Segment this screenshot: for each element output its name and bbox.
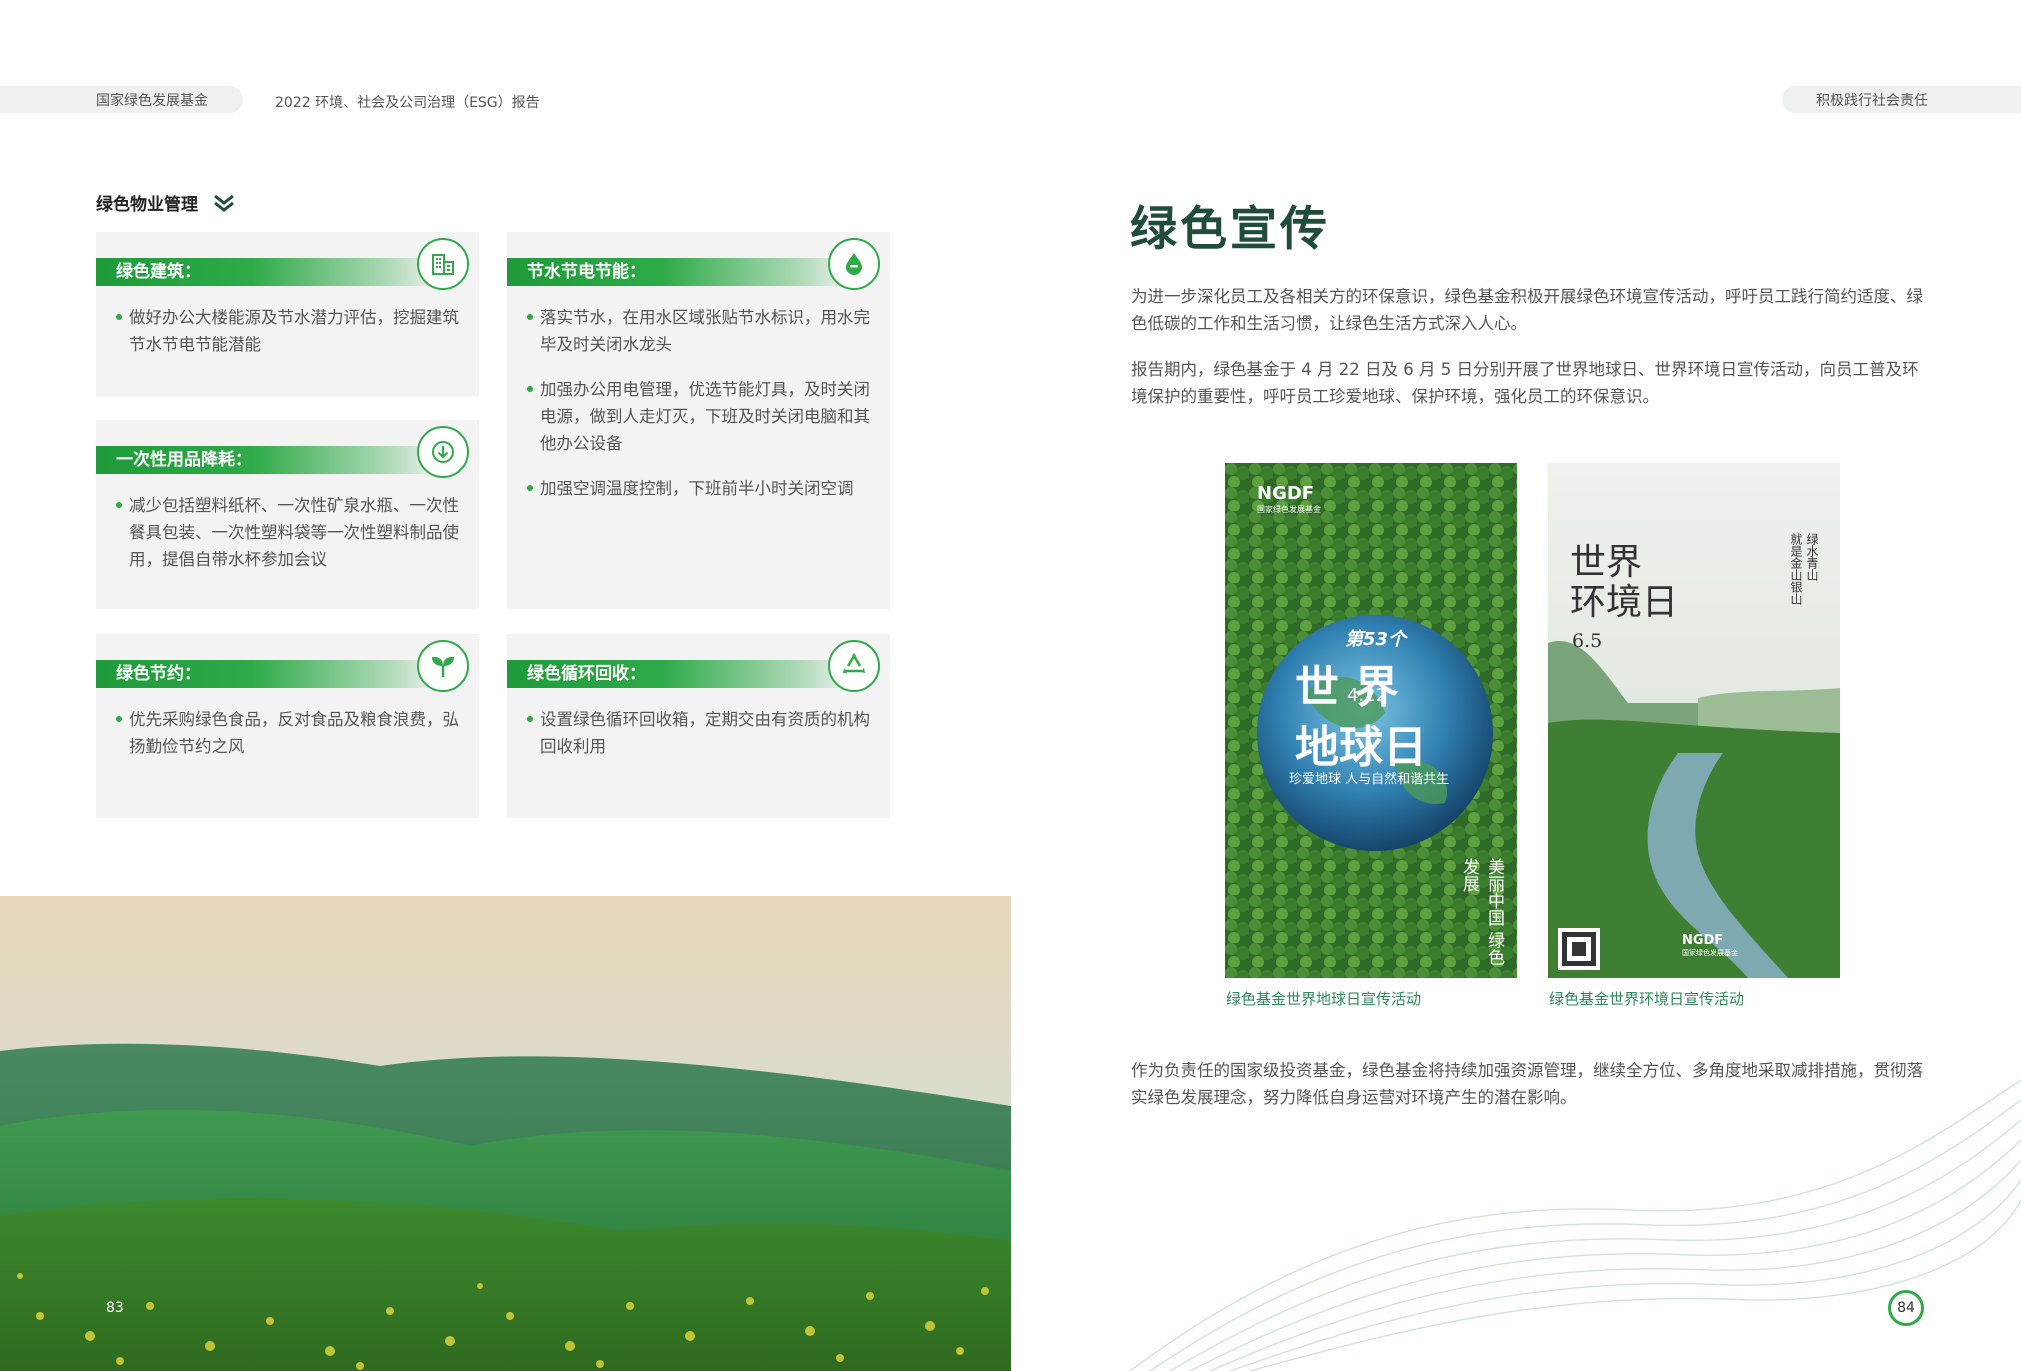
list-item: 设置绿色循环回收箱，定期交由有资质的机构回收利用 — [527, 706, 870, 760]
card-label: 绿色循环回收： — [527, 664, 646, 684]
poster-title-line1: 世 界 — [1295, 662, 1399, 713]
poster2-date: 6.5 — [1572, 630, 1603, 652]
building-icon — [417, 238, 469, 290]
card-bullet-list: 优先采购绿色食品，反对食品及粮食浪费，弘扬勤俭节约之风 — [116, 706, 459, 778]
list-item: 加强办公用电管理，优选节能灯具，及时关闭电源，做到人走灯灭，下班及时关闭电脑和其… — [527, 376, 870, 457]
environment-day-poster: 世界 环境日 6.5 绿水青山 就是金山银山 NGDF 国家绿色发展基金 — [1548, 463, 1840, 978]
earth-day-poster: NGDF 国家绿色发展基金 第53个 4.22 世 界 地球日 珍爱地球 人与自… — [1225, 463, 1517, 978]
poster-calligraphy: 美丽中国 绿色发展 — [1459, 858, 1504, 966]
card-bullet-list: 减少包括塑料纸杯、一次性矿泉水瓶、一次性餐具包装、一次性塑料袋等一次性塑料制品使… — [116, 492, 459, 591]
list-item: 减少包括塑料纸杯、一次性矿泉水瓶、一次性餐具包装、一次性塑料袋等一次性塑料制品使… — [116, 492, 459, 573]
page-title: 绿色宣传 — [1130, 202, 1330, 257]
card-label: 绿色建筑： — [116, 262, 201, 282]
earth-day-caption: 绿色基金世界地球日宣传活动 — [1226, 990, 1422, 1008]
card-label: 一次性用品降耗： — [116, 450, 252, 470]
header-report-title: 2022 环境、社会及公司治理（ESG）报告 — [275, 95, 540, 111]
card-bullet-list: 做好办公大楼能源及节水潜力评估，挖掘建筑节水节电节能潜能 — [116, 304, 459, 376]
poster2-vertical-slogan-2: 就是金山银山 — [1789, 533, 1803, 605]
header-org-pill: 国家绿色发展基金 — [0, 86, 243, 113]
landscape-photo — [0, 896, 1011, 1371]
list-item: 落实节水，在用水区域张贴节水标识，用水完毕及时关闭水龙头 — [527, 304, 870, 358]
poster2-title2: 环境日 — [1570, 582, 1679, 623]
poster2-vertical-slogan-1: 绿水青山 — [1805, 533, 1819, 581]
list-item: 加强空调温度控制，下班前半小时关闭空调 — [527, 475, 870, 502]
poster-title-line2: 地球日 — [1295, 722, 1427, 773]
sprout-icon — [417, 640, 469, 692]
water-drop-icon — [828, 238, 880, 290]
card-bullet-list: 落实节水，在用水区域张贴节水标识，用水完毕及时关闭水龙头 加强办公用电管理，优选… — [527, 304, 870, 520]
decorative-waves — [1130, 1079, 2021, 1371]
list-item: 优先采购绿色食品，反对食品及粮食浪费，弘扬勤俭节约之风 — [116, 706, 459, 760]
card-recycling: 绿色循环回收： 设置绿色循环回收箱，定期交由有资质的机构回收利用 — [507, 634, 890, 818]
section-title: 绿色物业管理 — [96, 190, 236, 215]
card-label: 节水节电节能： — [527, 262, 646, 282]
list-item: 做好办公大楼能源及节水潜力评估，挖掘建筑节水节电节能潜能 — [116, 304, 459, 358]
page-number-right: 84 — [1888, 1290, 1924, 1326]
page-number-left: 83 — [106, 1300, 124, 1316]
card-save-energy: 节水节电节能： 落实节水，在用水区域张贴节水标识，用水完毕及时关闭水龙头 加强办… — [507, 232, 890, 609]
poster2-brand-sub: 国家绿色发展基金 — [1682, 949, 1738, 957]
activity-paragraph: 报告期内，绿色基金于 4 月 22 日及 6 月 5 日分别开展了世界地球日、世… — [1131, 360, 1919, 406]
poster-slogan: 珍爱地球 人与自然和谐共生 — [1289, 772, 1450, 787]
poster-brand: NGDF 国家绿色发展基金 — [1257, 483, 1321, 514]
environment-day-caption: 绿色基金世界环境日宣传活动 — [1549, 990, 1745, 1008]
header-org: 国家绿色发展基金 — [96, 92, 208, 109]
header-chapter: 积极践行社会责任 — [1816, 92, 1928, 109]
intro-paragraph: 为进一步深化员工及各相关方的环保意识，绿色基金积极开展绿色环境宣传活动，呼吁员工… — [1131, 287, 1923, 333]
section-title-text: 绿色物业管理 — [96, 195, 198, 215]
card-bullet-list: 设置绿色循环回收箱，定期交由有资质的机构回收利用 — [527, 706, 870, 778]
card-disposables: 一次性用品降耗： 减少包括塑料纸杯、一次性矿泉水瓶、一次性餐具包装、一次性塑料袋… — [96, 420, 479, 609]
double-chevron-down-icon — [214, 194, 234, 212]
poster2-brand: NGDF 国家绿色发展基金 — [1682, 933, 1738, 957]
header-chapter-pill: 积极践行社会责任 — [1782, 86, 2021, 113]
card-label: 绿色节约： — [116, 664, 201, 684]
card-green-saving: 绿色节约： 优先采购绿色食品，反对食品及粮食浪费，弘扬勤俭节约之风 — [96, 634, 479, 818]
recycle-icon — [828, 640, 880, 692]
arrow-down-icon — [417, 426, 469, 478]
poster-edition: 第53个 — [1345, 629, 1407, 650]
card-green-building: 绿色建筑： 做好办公大楼能源及节水潜力评估，挖掘建筑节水节电节能潜能 — [96, 232, 479, 397]
poster-brand-sub: 国家绿色发展基金 — [1257, 505, 1321, 514]
